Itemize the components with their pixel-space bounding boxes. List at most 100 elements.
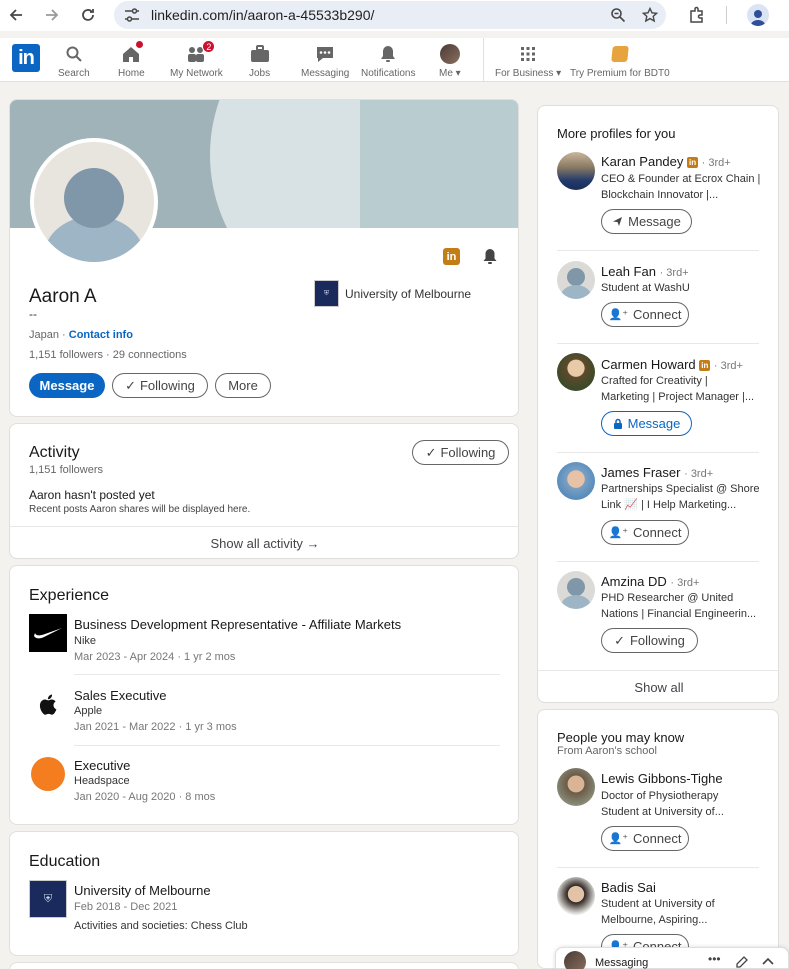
extensions-icon[interactable] — [688, 6, 706, 24]
url-text: linkedin.com/in/aaron-a-45533b290/ — [151, 7, 375, 23]
university-logo[interactable]: ⛨ — [29, 880, 67, 918]
messaging-overlay-bar[interactable]: Messaging ••• — [555, 947, 789, 969]
connections-count[interactable]: 29 connections — [113, 349, 187, 361]
divider — [74, 674, 500, 675]
person-headline: Partnerships Specialist @ Shore Link 📈 | … — [601, 483, 760, 511]
divider — [557, 250, 759, 251]
profile-name: Aaron A — [29, 286, 97, 307]
activity-empty-title: Aaron hasn't posted yet — [29, 488, 155, 502]
person-name[interactable]: James Fraser · 3rd+ — [601, 465, 713, 480]
profile-school[interactable]: ⛨ University of Melbourne — [314, 280, 471, 307]
experience-title-1[interactable]: Sales Executive — [74, 688, 167, 703]
following-person-button[interactable]: ✓ Following — [601, 628, 698, 653]
nav-search[interactable]: Search — [58, 44, 90, 79]
linkedin-logo[interactable]: in — [12, 44, 40, 72]
person-avatar[interactable] — [557, 571, 595, 609]
person-name[interactable]: Leah Fan · 3rd+ — [601, 264, 689, 279]
divider — [557, 867, 759, 868]
bell-icon — [379, 44, 397, 64]
site-info-icon[interactable] — [124, 8, 140, 22]
message-person-button[interactable]: Message — [601, 209, 692, 234]
person-name[interactable]: Karan Pandey in · 3rd+ — [601, 154, 731, 169]
person-headline: Student at University of Melbourne, Aspir… — [601, 898, 715, 926]
bookmark-star-icon[interactable] — [642, 7, 658, 23]
nav-my-network[interactable]: 2 My Network — [170, 40, 223, 79]
nav-me[interactable]: Me ▾ — [439, 44, 461, 79]
profile-avatar-icon[interactable] — [747, 4, 769, 26]
experience-title-0[interactable]: Business Development Representative - Af… — [74, 617, 401, 632]
nav-try-premium-label: Try Premium for BDT0 — [570, 68, 670, 79]
experience-title-2[interactable]: Executive — [74, 758, 130, 773]
headspace-logo[interactable] — [29, 755, 67, 793]
my-network-badge: 2 — [202, 40, 216, 53]
linkedin-premium-icon: in — [443, 248, 460, 265]
back-icon[interactable] — [2, 1, 30, 29]
divider — [557, 561, 759, 562]
chevron-up-icon[interactable] — [762, 957, 774, 965]
activity-title: Activity — [29, 444, 80, 461]
person-headline: PHD Researcher @ United Nations | Financi… — [601, 592, 757, 620]
profile-photo[interactable] — [30, 138, 158, 266]
person-avatar[interactable] — [557, 462, 595, 500]
experience-company-2: Headspace — [74, 775, 130, 787]
nav-try-premium[interactable]: Try Premium for BDT0 — [570, 44, 670, 79]
person-name[interactable]: Badis Sai — [601, 880, 656, 895]
connect-person-button[interactable]: 👤⁺Connect — [601, 826, 689, 851]
person-avatar[interactable] — [557, 261, 595, 299]
person-headline: Doctor of Physiotherapy Student at Univer… — [601, 790, 724, 818]
more-button[interactable]: More — [215, 373, 271, 398]
reload-icon[interactable] — [74, 1, 102, 29]
followers-count: 1,151 followers — [29, 349, 103, 361]
nav-for-business[interactable]: For Business ▾ — [495, 44, 561, 79]
people-you-may-know-card: People you may know From Aaron's school … — [537, 709, 779, 969]
nav-messaging[interactable]: Messaging — [301, 44, 349, 79]
briefcase-icon — [250, 44, 270, 64]
show-all-profiles-link[interactable]: Show all — [538, 671, 778, 702]
person-avatar[interactable] — [557, 877, 595, 915]
zoom-icon[interactable] — [610, 7, 626, 23]
person-name[interactable]: Amzina DD · 3rd+ — [601, 574, 699, 589]
nav-my-network-label: My Network — [170, 68, 223, 79]
contact-info-link[interactable]: Contact info — [69, 329, 133, 341]
more-profiles-title: More profiles for you — [557, 126, 676, 141]
person-avatar[interactable] — [557, 353, 595, 391]
education-title: Education — [29, 853, 101, 870]
education-activities: Activities and societies: Chess Club — [74, 920, 248, 932]
home-notification-dot — [135, 40, 145, 49]
profile-stats: 1,151 followers · 29 connections — [29, 349, 187, 361]
message-button[interactable]: Message — [29, 373, 105, 398]
connect-person-button[interactable]: 👤⁺Connect — [601, 520, 689, 545]
nav-notifications[interactable]: Notifications — [361, 44, 415, 79]
education-school[interactable]: University of Melbourne — [74, 883, 211, 898]
grid-apps-icon — [519, 44, 537, 64]
person-avatar[interactable] — [557, 768, 595, 806]
pymk-subtitle: From Aaron's school — [557, 745, 657, 757]
activity-following-button[interactable]: ✓ Following — [412, 440, 509, 465]
search-icon — [65, 44, 83, 64]
experience-dates-1: Jan 2021 - Mar 2022 · 1 yr 3 mos — [74, 721, 237, 733]
apple-logo[interactable] — [29, 685, 67, 723]
person-name[interactable]: Lewis Gibbons-Tighe — [601, 771, 723, 786]
more-options-icon[interactable]: ••• — [708, 952, 721, 966]
compose-icon[interactable] — [736, 956, 748, 968]
person-avatar[interactable] — [557, 152, 595, 190]
message-person-button[interactable]: Message — [601, 411, 692, 436]
show-all-activity-link[interactable]: Show all activity → — [10, 527, 518, 558]
address-bar[interactable]: linkedin.com/in/aaron-a-45533b290/ — [114, 1, 666, 29]
profile-card: in Aaron A -- Japan · Contact info 1,151… — [9, 99, 519, 417]
nav-search-label: Search — [58, 68, 90, 79]
nav-jobs[interactable]: Jobs — [249, 44, 270, 79]
more-profiles-card: More profiles for you Karan Pandey in · … — [537, 105, 779, 703]
nav-home[interactable]: Home — [118, 40, 145, 79]
bell-icon[interactable] — [482, 248, 498, 265]
nike-logo[interactable] — [29, 614, 67, 652]
experience-card: Experience Business Development Represen… — [9, 565, 519, 825]
school-name: University of Melbourne — [345, 286, 472, 301]
divider — [557, 343, 759, 344]
connect-person-button[interactable]: 👤⁺Connect — [601, 302, 689, 327]
person-headline: Crafted for Creativity | Marketing | Proj… — [601, 375, 755, 403]
following-button[interactable]: ✓ Following — [112, 373, 208, 398]
forward-icon[interactable] — [38, 1, 66, 29]
add-person-icon: 👤⁺ — [608, 309, 629, 321]
person-name[interactable]: Carmen Howard in · 3rd+ — [601, 357, 743, 372]
